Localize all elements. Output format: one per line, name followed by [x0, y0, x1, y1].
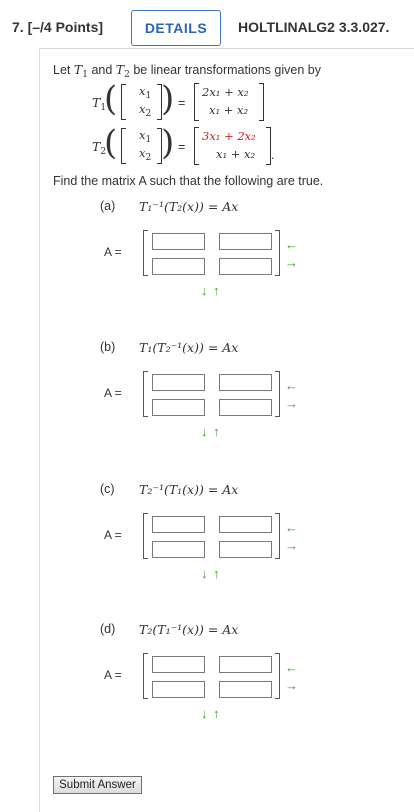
matrix-a-label: A =: [104, 668, 122, 682]
t1-output-row2: x₁ + x₂: [209, 103, 249, 117]
remove-row-arrow-icon[interactable]: ↑: [213, 567, 220, 580]
t1-input-x1: x1: [139, 84, 152, 101]
t2-period: .: [271, 148, 275, 162]
t1-equals: =: [178, 96, 186, 110]
t1-output-right-bracket: [259, 83, 264, 121]
remove-column-arrow-icon[interactable]: ←: [285, 521, 298, 534]
add-row-arrow-icon[interactable]: ↓: [201, 707, 208, 720]
matrix-cell-r1c1[interactable]: [152, 233, 205, 250]
matrix-cell-r2c1[interactable]: [152, 399, 205, 416]
remove-column-arrow-icon[interactable]: ←: [285, 379, 298, 392]
question-number: 7. [–/4 Points]: [12, 19, 104, 35]
t2-input-left-bracket: [121, 128, 126, 164]
instruction-text: Find the matrix A such that the followin…: [53, 174, 324, 188]
t1-output-row1: 2x₁ + x₂: [202, 85, 249, 99]
submit-answer-button[interactable]: Submit Answer: [53, 776, 142, 794]
remove-row-arrow-icon[interactable]: ↑: [213, 284, 220, 297]
matrix-left-bracket: [143, 513, 148, 559]
matrix-right-bracket: [275, 371, 280, 417]
t1-right-paren: ): [161, 79, 175, 119]
t2-input-x2: x2: [139, 146, 152, 163]
matrix-cell-r1c2[interactable]: [219, 374, 272, 391]
matrix-cell-r1c1[interactable]: [152, 656, 205, 673]
matrix-a-label: A =: [104, 386, 122, 400]
add-row-arrow-icon[interactable]: ↓: [201, 425, 208, 438]
matrix-cell-r2c2[interactable]: [219, 681, 272, 698]
t2-output-row1: 3x₁ + 2x₂: [202, 129, 256, 143]
matrix-cell-r2c1[interactable]: [152, 541, 205, 558]
add-column-arrow-icon[interactable]: →: [285, 679, 298, 692]
details-button[interactable]: DETAILS: [131, 10, 221, 46]
add-column-arrow-icon[interactable]: →: [285, 397, 298, 410]
t2-equals: =: [178, 140, 186, 154]
matrix-right-bracket: [275, 653, 280, 699]
t2-input-x1: x1: [139, 128, 152, 145]
t1-input-left-bracket: [121, 84, 126, 120]
part-expression: T₁(T₂⁻¹(x)) = Ax: [139, 340, 239, 355]
matrix-left-bracket: [143, 230, 148, 276]
matrix-cell-r2c2[interactable]: [219, 399, 272, 416]
t1-output-left-bracket: [194, 83, 199, 121]
problem-code: HOLTLINALG2 3.3.027.: [238, 19, 390, 35]
add-column-arrow-icon[interactable]: →: [285, 256, 298, 269]
add-row-arrow-icon[interactable]: ↓: [201, 567, 208, 580]
matrix-cell-r2c2[interactable]: [219, 258, 272, 275]
matrix-cell-r1c2[interactable]: [219, 656, 272, 673]
matrix-cell-r2c1[interactable]: [152, 258, 205, 275]
matrix-cell-r1c2[interactable]: [219, 233, 272, 250]
matrix-a-label: A =: [104, 245, 122, 259]
add-row-arrow-icon[interactable]: ↓: [201, 284, 208, 297]
remove-column-arrow-icon[interactable]: ←: [285, 238, 298, 251]
matrix-cell-r1c1[interactable]: [152, 374, 205, 391]
part-expression: T₂⁻¹(T₁(x)) = Ax: [139, 482, 239, 497]
intro-text: Let T1 and T2 be linear transformations …: [53, 62, 321, 80]
add-column-arrow-icon[interactable]: →: [285, 539, 298, 552]
t1-left-paren: (: [104, 79, 118, 119]
matrix-cell-r1c1[interactable]: [152, 516, 205, 533]
matrix-cell-r2c1[interactable]: [152, 681, 205, 698]
matrix-left-bracket: [143, 653, 148, 699]
part-label: (c): [100, 482, 115, 496]
matrix-cell-r1c2[interactable]: [219, 516, 272, 533]
matrix-a-label: A =: [104, 528, 122, 542]
part-label: (b): [100, 340, 116, 354]
t2-right-paren: ): [161, 123, 175, 163]
matrix-right-bracket: [275, 513, 280, 559]
matrix-right-bracket: [275, 230, 280, 276]
points-label: [–/4 Points]: [27, 19, 104, 35]
part-expression: T₁⁻¹(T₂(x)) = Ax: [139, 199, 239, 214]
t1-input-x2: x2: [139, 102, 152, 119]
t2-output-left-bracket: [194, 127, 199, 165]
part-expression: T₂(T₁⁻¹(x)) = Ax: [139, 622, 239, 637]
matrix-cell-r2c2[interactable]: [219, 541, 272, 558]
part-label: (a): [100, 199, 116, 213]
remove-column-arrow-icon[interactable]: ←: [285, 661, 298, 674]
remove-row-arrow-icon[interactable]: ↑: [213, 425, 220, 438]
t2-output-row2: x₁ + x₂: [216, 147, 256, 161]
remove-row-arrow-icon[interactable]: ↑: [213, 707, 220, 720]
t2-left-paren: (: [104, 123, 118, 163]
part-label: (d): [100, 622, 116, 636]
matrix-left-bracket: [143, 371, 148, 417]
